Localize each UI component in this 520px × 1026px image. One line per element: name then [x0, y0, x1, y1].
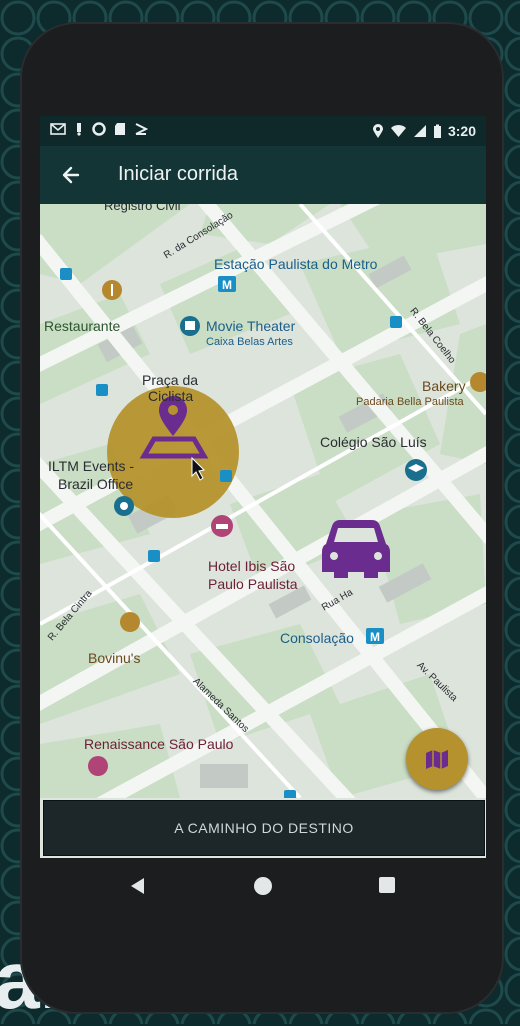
restaurant-icon[interactable]	[102, 280, 122, 300]
car-icon[interactable]	[322, 520, 390, 578]
map-label-caixa: Caixa Belas Artes	[206, 336, 293, 348]
map-label-estacao: Estação Paulista do Metro	[214, 256, 378, 272]
map-canvas[interactable]: M M	[40, 204, 486, 798]
map-label-renaissance: Renaissance São Paulo	[84, 736, 234, 752]
map-fab-button[interactable]	[406, 728, 468, 790]
map-icon	[426, 750, 448, 769]
sd-card-icon	[115, 123, 125, 135]
notification-icon	[77, 123, 81, 136]
map-label-hotel: Hotel Ibis São	[208, 558, 296, 574]
place-icon[interactable]	[114, 496, 134, 516]
gmail-icon	[50, 123, 66, 135]
square-recents-icon[interactable]	[378, 876, 396, 894]
navigation-bar	[40, 858, 486, 914]
status-time: 3:20	[447, 123, 476, 139]
map-label-registro: Registro Civil	[104, 204, 181, 213]
status-left-icons	[50, 122, 148, 136]
signal-icon	[413, 125, 426, 137]
page-title: Iniciar corrida	[118, 163, 239, 185]
map-view[interactable]: M M Registro Civil R. da Consolação Esta…	[40, 204, 486, 798]
wifi-icon	[390, 125, 406, 137]
location-icon	[372, 123, 383, 138]
metro-icon[interactable]: M	[366, 628, 384, 644]
map-label-praca: Ciclista	[148, 388, 194, 404]
triangle-back-icon[interactable]	[128, 876, 148, 896]
restaurant-icon[interactable]	[120, 612, 140, 632]
map-label-consolacao: Consolação	[280, 630, 354, 646]
map-label-praca: Praça da	[142, 372, 199, 388]
battery-icon	[433, 124, 441, 138]
svg-text:M: M	[370, 630, 380, 644]
map-label-colegio: Colégio São Luís	[320, 434, 427, 450]
map-label-padaria: Padaria Bella Paulista	[356, 396, 464, 408]
hotel-icon[interactable]	[88, 756, 108, 776]
svg-text:M: M	[222, 278, 232, 292]
map-label-iltm: Brazil Office	[58, 476, 134, 492]
arrow-back-icon[interactable]	[56, 160, 86, 190]
school-icon[interactable]	[405, 459, 427, 481]
map-label-bakery: Bakery	[422, 378, 466, 394]
cinema-icon[interactable]	[180, 316, 200, 336]
status-right-icons: 3:20	[372, 123, 476, 139]
app-bar: Iniciar corrida	[40, 146, 486, 204]
trip-status-button[interactable]: A CAMINHO DO DESTINO	[43, 800, 485, 856]
map-label-bovinus: Bovinu's	[88, 650, 141, 666]
map-label-iltm: ILTM Events -	[48, 458, 135, 474]
metro-icon[interactable]: M	[218, 276, 236, 292]
circle-icon	[92, 122, 106, 136]
map-label-hotel: Paulo Paulista	[208, 576, 298, 592]
download-icon	[135, 123, 148, 135]
map-label-movie-theater: Movie Theater	[206, 318, 296, 334]
status-bar: 3:20	[40, 116, 486, 146]
app-screen: 3:20 Iniciar corrida M M Registro Civil …	[40, 116, 486, 858]
circle-home-icon[interactable]	[252, 875, 274, 897]
hotel-icon[interactable]	[211, 515, 233, 537]
map-label-restaurante: Restaurante	[44, 318, 121, 334]
